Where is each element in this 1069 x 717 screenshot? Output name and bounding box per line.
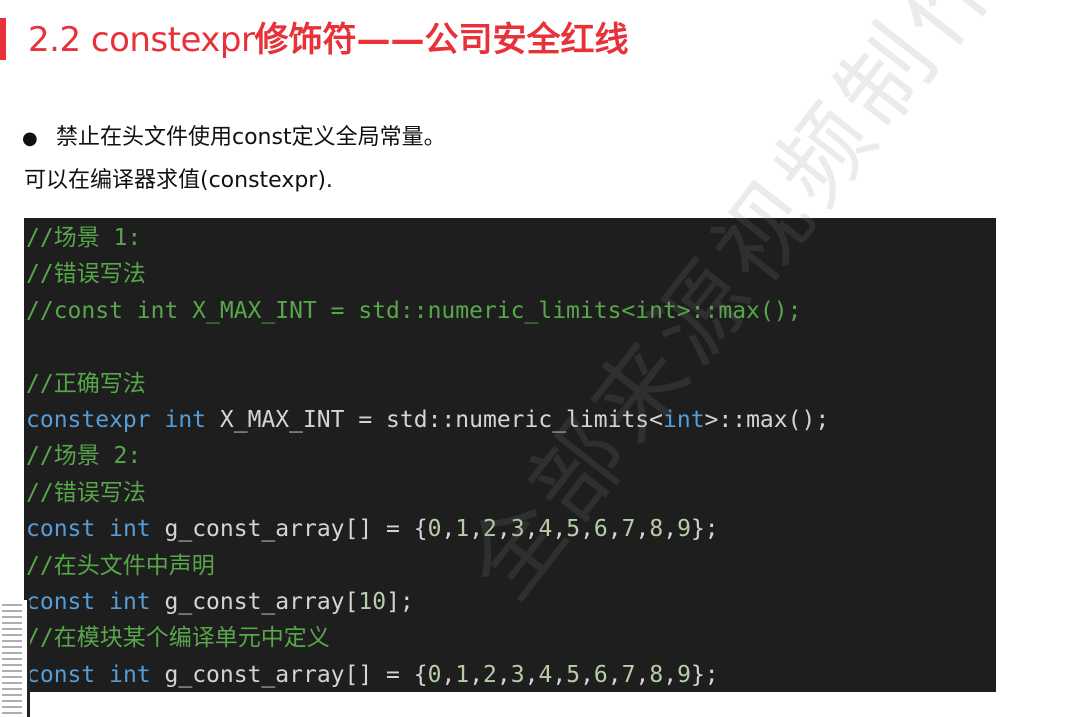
code-token-keyword: int: [109, 516, 151, 543]
code-token-number: 8: [649, 661, 664, 688]
code-token-number: 4: [538, 516, 553, 543]
code-line: //正确写法: [26, 366, 146, 402]
code-token-plain: ,: [663, 661, 678, 688]
code-token-number: 5: [566, 516, 581, 543]
bullet-item: ● 禁止在头文件使用const定义全局常量。: [22, 120, 446, 156]
slide-page: 2.2 constexpr修饰符——公司安全红线 ● 禁止在头文件使用const定…: [0, 0, 1069, 717]
slide-title: 2.2 constexpr修饰符——公司安全红线: [28, 16, 628, 64]
code-token-number: 7: [621, 516, 636, 543]
code-token-plain: ,: [524, 661, 539, 688]
title-accent-bar: [0, 18, 6, 60]
code-token-keyword: int: [109, 589, 151, 615]
code-token-keyword: const: [26, 661, 96, 688]
code-token-number: 3: [510, 516, 525, 543]
code-token-plain: g_const_array[] = {: [150, 516, 428, 543]
code-token-number: 9: [677, 516, 691, 543]
code-token-number: 3: [510, 661, 525, 688]
code-token-comment: //const int X_MAX_INT = std::numeric_lim…: [26, 297, 802, 324]
code-token-comment: //错误写法: [26, 261, 146, 288]
code-token-comment: //在头文件中声明: [26, 552, 215, 579]
code-token-comment: //场景 1:: [26, 225, 142, 251]
code-token-plain: ,: [635, 516, 650, 543]
code-line: //在头文件中声明: [26, 548, 215, 584]
code-line: const int g_const_array[10];: [26, 584, 414, 620]
code-token-plain: ,: [496, 661, 511, 688]
code-token-plain: g_const_array[] = {: [150, 661, 428, 688]
code-token-number: 2: [483, 661, 497, 688]
code-token-plain: X_MAX_INT = std::numeric_limits<: [206, 407, 663, 433]
code-token-keyword: int: [164, 407, 207, 433]
code-line: //场景 1:: [26, 220, 141, 256]
code-token-plain: ,: [607, 516, 622, 543]
code-token-number: 0: [427, 516, 442, 543]
code-line: //错误写法: [26, 475, 146, 511]
code-token-plain: ];: [386, 589, 414, 615]
code-token-plain: ,: [441, 661, 456, 688]
code-token-keyword: const: [26, 589, 96, 615]
side-thumbnail-strip: [0, 600, 30, 717]
code-line: constexpr int X_MAX_INT = std::numeric_l…: [26, 402, 829, 438]
code-token-keyword: int: [663, 407, 705, 433]
code-token-comment: //在模块某个编译单元中定义: [26, 625, 330, 652]
code-token-plain: };: [690, 661, 719, 688]
side-thumbnail-lines: [2, 604, 22, 714]
code-token-plain: ,: [552, 516, 567, 543]
code-token-plain: >::max();: [704, 407, 830, 433]
code-token-number: 9: [677, 661, 691, 688]
code-token-plain: };: [690, 516, 719, 543]
code-line: //const int X_MAX_INT = std::numeric_lim…: [26, 293, 801, 329]
code-token-plain: ,: [663, 516, 678, 543]
code-token-comment: //错误写法: [26, 479, 146, 506]
title-prefix: 2.2 constexpr: [28, 20, 255, 60]
title-suffix: 修饰符——公司安全红线: [254, 20, 629, 60]
body-text: 可以在编译器求值(constexpr).: [24, 168, 333, 193]
code-line: const int g_const_array[] = {0,1,2,3,4,5…: [26, 511, 719, 547]
code-token-plain: ,: [552, 661, 567, 688]
code-token-keyword: constexpr: [26, 407, 151, 433]
code-token-number: 6: [593, 661, 608, 688]
code-token-number: 1: [455, 661, 470, 688]
code-token-number: 0: [427, 661, 442, 688]
bullet-text: 禁止在头文件使用const定义全局常量。: [56, 125, 446, 150]
code-token-plain: ,: [496, 516, 511, 543]
code-token-keyword: const: [26, 516, 96, 543]
code-line: //场景 2:: [26, 438, 141, 474]
code-token-number: 8: [649, 516, 664, 543]
code-token-plain: g_const_array[: [150, 589, 359, 615]
code-token-plain: ,: [635, 661, 650, 688]
code-token-comment: //场景 2:: [26, 443, 142, 470]
code-token-plain: ,: [607, 661, 622, 688]
code-token-plain: ,: [580, 661, 594, 688]
code-token-comment: //正确写法: [26, 370, 146, 397]
code-token-number: 5: [566, 661, 581, 688]
code-line: //在模块某个编译单元中定义: [26, 620, 330, 656]
code-token-plain: ,: [441, 516, 456, 543]
code-token-number: 2: [483, 516, 497, 543]
code-token-number: 6: [593, 516, 608, 543]
code-token-number: 10: [358, 589, 387, 615]
code-token-plain: ,: [580, 516, 594, 543]
code-token-plain: ,: [469, 661, 484, 688]
code-token-number: 1: [455, 516, 470, 543]
code-block: //场景 1: //错误写法 //const int X_MAX_INT = std…: [24, 218, 996, 692]
code-token-keyword: int: [109, 661, 151, 688]
code-token-plain: ,: [469, 516, 484, 543]
code-token-number: 4: [538, 661, 553, 688]
code-line: const int g_const_array[] = {0,1,2,3,4,5…: [26, 657, 719, 692]
code-token-number: 7: [621, 661, 636, 688]
code-line: //错误写法: [26, 256, 146, 292]
bullet-dot-icon: ●: [22, 128, 38, 149]
code-token-plain: ,: [524, 516, 539, 543]
